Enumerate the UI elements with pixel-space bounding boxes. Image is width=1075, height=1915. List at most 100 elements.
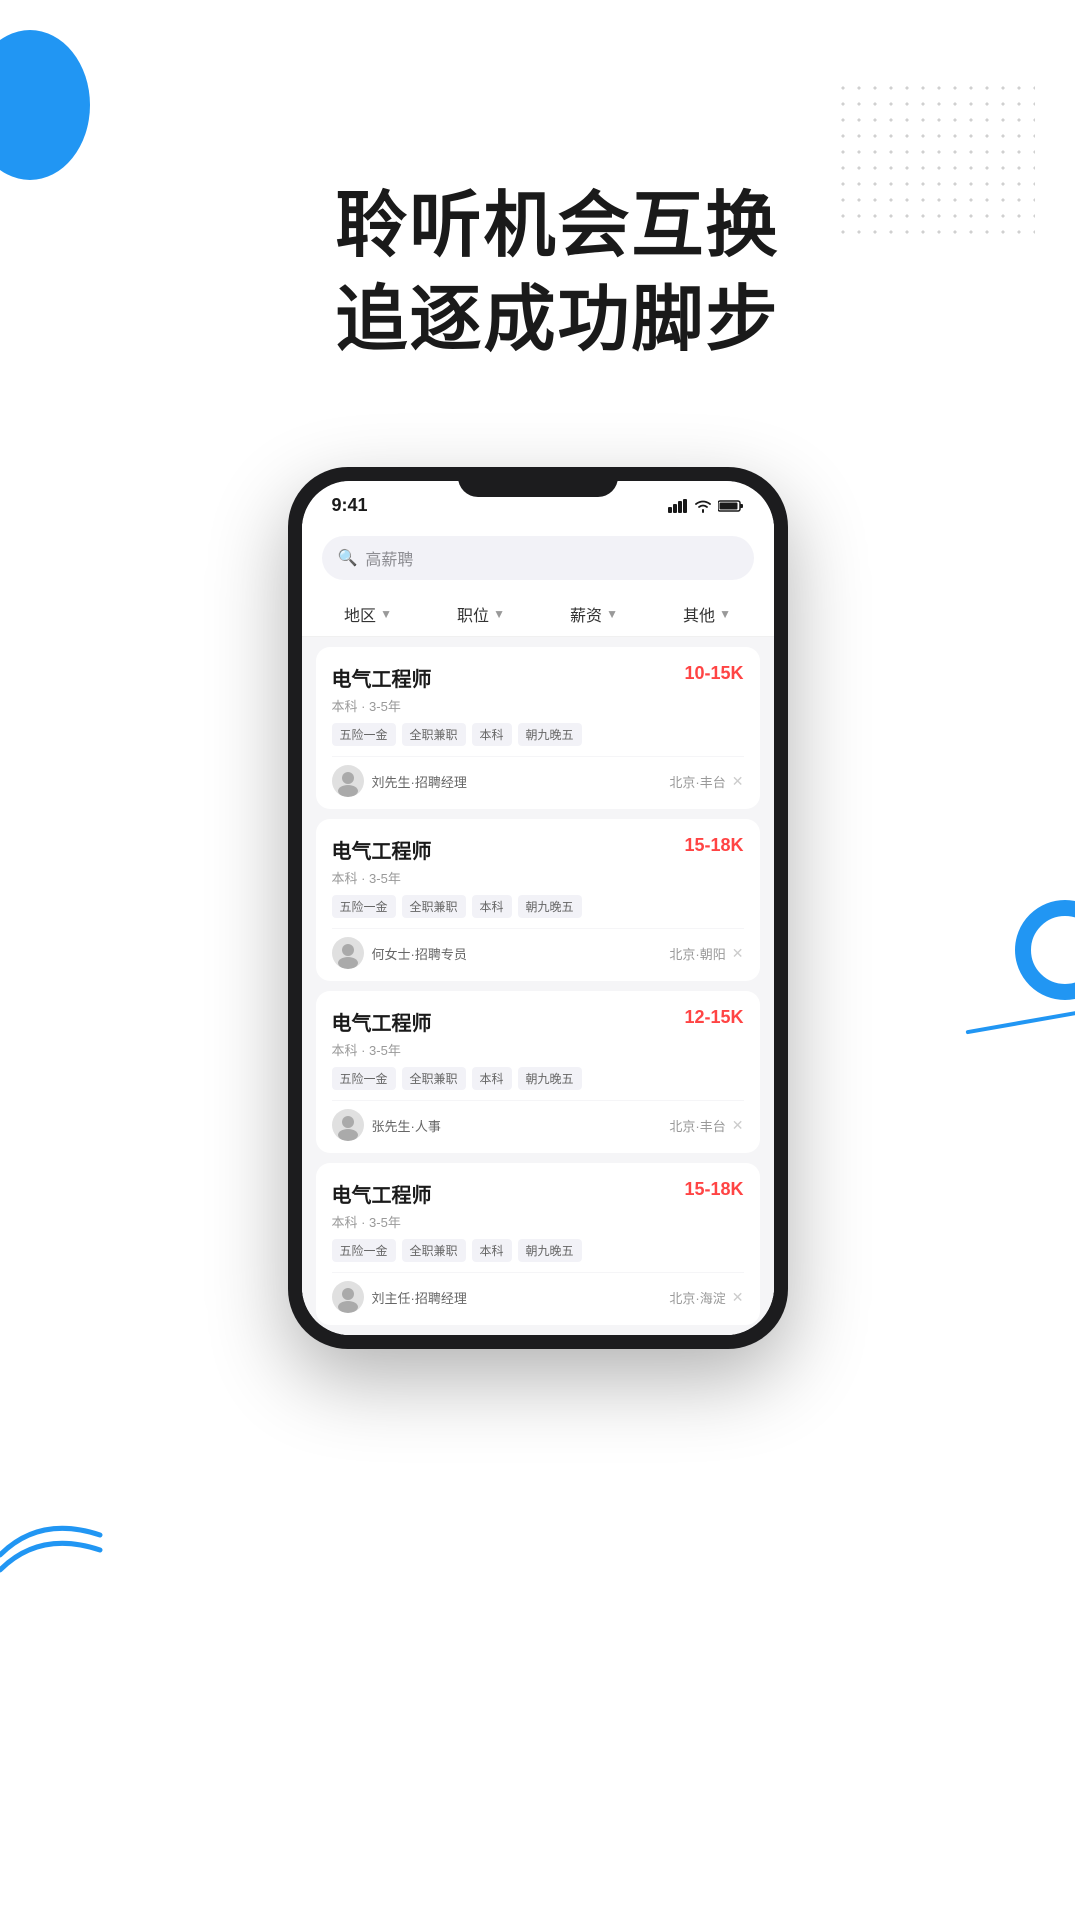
job-card-1-tags: 五险一金 全职兼职 本科 朝九晚五 — [332, 723, 744, 746]
tag: 五险一金 — [332, 895, 396, 918]
close-icon-1[interactable]: ✕ — [732, 773, 744, 790]
filter-position-arrow: ▼ — [493, 607, 505, 621]
hero-title: 聆听机会互换 追逐成功脚步 — [100, 180, 1015, 367]
recruiter-name-4: 刘主任·招聘经理 — [372, 1288, 467, 1307]
job-card-2-salary: 15-18K — [684, 835, 743, 856]
tag: 朝九晚五 — [518, 723, 582, 746]
wifi-icon — [694, 499, 712, 513]
filter-region-label: 地区 — [344, 602, 376, 626]
recruiter-info-2: 何女士·招聘专员 — [332, 937, 467, 969]
filter-other-arrow: ▼ — [719, 607, 731, 621]
tag: 本科 — [472, 723, 512, 746]
job-card-2-meta: 本科 · 3-5年 — [332, 868, 744, 887]
search-icon: 🔍 — [338, 548, 358, 568]
filter-salary-arrow: ▼ — [606, 607, 618, 621]
close-icon-2[interactable]: ✕ — [732, 945, 744, 962]
filter-salary[interactable]: 薪资 ▼ — [570, 602, 618, 626]
job-location-close-3: 北京·丰台 ✕ — [669, 1116, 743, 1135]
job-card-1-meta: 本科 · 3-5年 — [332, 696, 744, 715]
recruiter-info-4: 刘主任·招聘经理 — [332, 1281, 467, 1313]
filter-other-label: 其他 — [683, 602, 715, 626]
search-bar[interactable]: 🔍 高薪聘 — [322, 536, 754, 580]
job-list: 电气工程师 10-15K 本科 · 3-5年 五险一金 全职兼职 本科 朝九晚五 — [302, 637, 774, 1335]
tag: 本科 — [472, 1239, 512, 1262]
job-card-1-title: 电气工程师 — [332, 663, 432, 692]
job-card-3-tags: 五险一金 全职兼职 本科 朝九晚五 — [332, 1067, 744, 1090]
search-bar-container: 🔍 高薪聘 — [302, 524, 774, 592]
job-card-4-tags: 五险一金 全职兼职 本科 朝九晚五 — [332, 1239, 744, 1262]
hero-section: 聆听机会互换 追逐成功脚步 — [0, 0, 1075, 427]
job-card-1-salary: 10-15K — [684, 663, 743, 684]
job-card-3-meta: 本科 · 3-5年 — [332, 1040, 744, 1059]
filter-region-arrow: ▼ — [380, 607, 392, 621]
job-card-2-title: 电气工程师 — [332, 835, 432, 864]
job-card-1[interactable]: 电气工程师 10-15K 本科 · 3-5年 五险一金 全职兼职 本科 朝九晚五 — [316, 647, 760, 809]
job-card-4[interactable]: 电气工程师 15-18K 本科 · 3-5年 五险一金 全职兼职 本科 朝九晚五 — [316, 1163, 760, 1325]
phone-notch — [458, 467, 618, 497]
job-location-4: 北京·海淀 — [669, 1288, 725, 1307]
job-location-2: 北京·朝阳 — [669, 944, 725, 963]
job-card-3-salary: 12-15K — [684, 1007, 743, 1028]
phone-mockup-container: 9:41 — [0, 467, 1075, 1349]
filter-region[interactable]: 地区 ▼ — [344, 602, 392, 626]
job-card-4-meta: 本科 · 3-5年 — [332, 1212, 744, 1231]
close-icon-3[interactable]: ✕ — [732, 1117, 744, 1134]
tag: 全职兼职 — [402, 1239, 466, 1262]
filter-position-label: 职位 — [457, 602, 489, 626]
tag: 全职兼职 — [402, 1067, 466, 1090]
job-card-1-header: 电气工程师 10-15K — [332, 663, 744, 692]
job-location-3: 北京·丰台 — [669, 1116, 725, 1135]
hero-line1: 聆听机会互换 — [100, 180, 1015, 274]
recruiter-name-2: 何女士·招聘专员 — [372, 944, 467, 963]
recruiter-info-1: 刘先生·招聘经理 — [332, 765, 467, 797]
tag: 全职兼职 — [402, 723, 466, 746]
job-card-4-header: 电气工程师 15-18K — [332, 1179, 744, 1208]
tag: 朝九晚五 — [518, 895, 582, 918]
signal-icon — [668, 499, 688, 513]
job-card-2-tags: 五险一金 全职兼职 本科 朝九晚五 — [332, 895, 744, 918]
tag: 五险一金 — [332, 1239, 396, 1262]
job-card-4-salary: 15-18K — [684, 1179, 743, 1200]
tag: 全职兼职 — [402, 895, 466, 918]
filter-other[interactable]: 其他 ▼ — [683, 602, 731, 626]
recruiter-name-3: 张先生·人事 — [372, 1116, 441, 1135]
phone-inner: 9:41 — [302, 481, 774, 1335]
battery-icon — [718, 499, 744, 513]
tag: 五险一金 — [332, 723, 396, 746]
tag: 朝九晚五 — [518, 1239, 582, 1262]
job-card-2-header: 电气工程师 15-18K — [332, 835, 744, 864]
job-location-1: 北京·丰台 — [669, 772, 725, 791]
close-icon-4[interactable]: ✕ — [732, 1289, 744, 1306]
tag: 本科 — [472, 895, 512, 918]
job-card-3-header: 电气工程师 12-15K — [332, 1007, 744, 1036]
status-icons — [668, 499, 744, 513]
tag: 朝九晚五 — [518, 1067, 582, 1090]
recruiter-avatar-4 — [332, 1281, 364, 1313]
job-card-3-title: 电气工程师 — [332, 1007, 432, 1036]
job-location-close-1: 北京·丰台 ✕ — [669, 772, 743, 791]
filter-position[interactable]: 职位 ▼ — [457, 602, 505, 626]
search-placeholder-text: 高薪聘 — [365, 546, 413, 570]
recruiter-info-3: 张先生·人事 — [332, 1109, 441, 1141]
bg-lines-left — [0, 1495, 110, 1575]
app-content: 🔍 高薪聘 地区 ▼ 职位 ▼ 薪资 ▼ — [302, 524, 774, 1335]
tag: 五险一金 — [332, 1067, 396, 1090]
job-card-2[interactable]: 电气工程师 15-18K 本科 · 3-5年 五险一金 全职兼职 本科 朝九晚五 — [316, 819, 760, 981]
job-card-3-footer: 张先生·人事 北京·丰台 ✕ — [332, 1100, 744, 1141]
filter-salary-label: 薪资 — [570, 602, 602, 626]
recruiter-avatar-1 — [332, 765, 364, 797]
phone-frame: 9:41 — [288, 467, 788, 1349]
job-card-4-title: 电气工程师 — [332, 1179, 432, 1208]
job-card-2-footer: 何女士·招聘专员 北京·朝阳 ✕ — [332, 928, 744, 969]
recruiter-avatar-3 — [332, 1109, 364, 1141]
job-card-4-footer: 刘主任·招聘经理 北京·海淀 ✕ — [332, 1272, 744, 1313]
job-card-1-footer: 刘先生·招聘经理 北京·丰台 ✕ — [332, 756, 744, 797]
recruiter-name-1: 刘先生·招聘经理 — [372, 772, 467, 791]
job-location-close-2: 北京·朝阳 ✕ — [669, 944, 743, 963]
recruiter-avatar-2 — [332, 937, 364, 969]
tag: 本科 — [472, 1067, 512, 1090]
filter-bar: 地区 ▼ 职位 ▼ 薪资 ▼ 其他 ▼ — [302, 592, 774, 637]
job-card-3[interactable]: 电气工程师 12-15K 本科 · 3-5年 五险一金 全职兼职 本科 朝九晚五 — [316, 991, 760, 1153]
job-location-close-4: 北京·海淀 ✕ — [669, 1288, 743, 1307]
hero-line2: 追逐成功脚步 — [100, 274, 1015, 368]
